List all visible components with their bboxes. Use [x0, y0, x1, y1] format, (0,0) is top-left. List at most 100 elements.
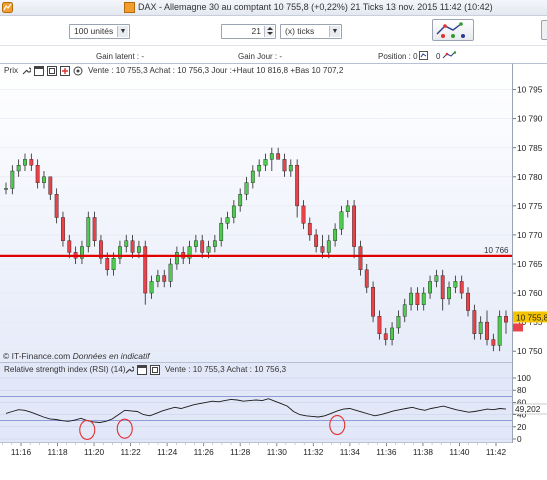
- candle: [301, 205, 306, 224]
- price-tick-label: 10 775: [517, 201, 543, 211]
- position-tools-icon[interactable]: [442, 51, 456, 60]
- time-tick-label: 11:20: [84, 447, 105, 457]
- price-tick-label: 10 760: [517, 288, 543, 298]
- wrench-icon[interactable]: [21, 66, 31, 76]
- time-tick-label: 11:28: [230, 447, 251, 457]
- maximize-icon[interactable]: [137, 365, 147, 375]
- price-chart-area[interactable]: 10 766 Prix Vente : 10 755,3 Achat : 10 …: [0, 63, 512, 363]
- candle: [383, 333, 388, 340]
- chevron-down-icon[interactable]: ▼: [329, 26, 340, 37]
- candle: [238, 194, 243, 207]
- wrench-icon[interactable]: [124, 365, 134, 375]
- time-tick-label: 11:40: [449, 447, 470, 457]
- window-title: DAX - Allemagne 30 au comptant 10 755,8 …: [138, 2, 493, 12]
- candle: [415, 292, 420, 305]
- position-zero: 0: [436, 52, 441, 61]
- rsi-chart[interactable]: [0, 363, 512, 443]
- position: Position : 0: [378, 52, 418, 61]
- candle: [67, 240, 72, 253]
- candle: [130, 240, 135, 253]
- price-tick-label: 10 770: [517, 230, 543, 240]
- candle: [174, 252, 179, 265]
- stepper-down-icon[interactable]: [267, 32, 273, 35]
- maximize-icon[interactable]: [34, 66, 44, 76]
- source-brand: © IT-Finance.com: [3, 351, 71, 361]
- current-bid-marker: [513, 323, 523, 332]
- candle: [472, 310, 477, 334]
- price-tick-label: 10 790: [517, 114, 543, 124]
- candle: [421, 292, 426, 305]
- units-select[interactable]: 100 unités ▼: [69, 24, 130, 39]
- candle: [339, 211, 344, 230]
- current-price-label: 10 755,8: [516, 312, 547, 322]
- ticks-unit-select[interactable]: (x) ticks ▼: [280, 24, 342, 39]
- time-tick-label: 11:18: [47, 447, 68, 457]
- highlight-circle: [116, 418, 133, 439]
- candle: [48, 176, 53, 195]
- data-source-note: © IT-Finance.com Données en indicatif: [3, 351, 150, 361]
- candle: [504, 316, 508, 323]
- candle: [358, 246, 363, 271]
- side-panel-toggle-button[interactable]: [541, 20, 547, 40]
- rsi-chart-area[interactable]: Relative strength index (RSI) (14) Vente…: [0, 363, 512, 443]
- units-select-value: 100 unités: [74, 26, 114, 36]
- time-tick-label: 11:34: [340, 447, 361, 457]
- price-axis[interactable]: 10 75010 75510 76010 76510 77010 77510 7…: [512, 63, 547, 363]
- candle: [295, 164, 300, 207]
- time-tick-label: 11:36: [376, 447, 397, 457]
- candle: [396, 316, 401, 329]
- candle: [155, 275, 160, 282]
- highlight-circle: [79, 419, 96, 440]
- unrealized-gain: Gain latent : -: [96, 52, 145, 61]
- candle: [320, 246, 325, 253]
- stepper-up-icon[interactable]: [267, 27, 273, 30]
- restore-icon[interactable]: [47, 66, 57, 76]
- chart-window-icon: [124, 2, 135, 13]
- candle: [225, 217, 230, 224]
- candle: [162, 275, 167, 282]
- candle: [168, 263, 173, 282]
- chart-tools-button[interactable]: [432, 19, 474, 41]
- candle: [364, 269, 369, 288]
- restore-icon[interactable]: [150, 365, 160, 375]
- chevron-down-icon[interactable]: ▼: [117, 26, 128, 37]
- candle: [466, 292, 470, 311]
- time-tick-label: 11:32: [303, 447, 324, 457]
- candle: [377, 316, 382, 334]
- rsi-axis[interactable]: 0 20 40 60 80 100 49,202: [512, 363, 547, 444]
- ticks-stepper[interactable]: [264, 26, 274, 37]
- candle: [23, 159, 27, 166]
- price-panel: 10 766 Prix Vente : 10 755,3 Achat : 10 …: [0, 63, 547, 363]
- highlight-circle: [329, 414, 346, 436]
- candle: [219, 223, 224, 241]
- candle: [402, 304, 407, 317]
- candle: [206, 246, 211, 253]
- candle: [35, 164, 40, 183]
- candle: [390, 327, 394, 340]
- ticks-count-value: 21: [251, 26, 261, 36]
- price-chart[interactable]: 10 766: [0, 64, 512, 364]
- candle: [409, 292, 413, 305]
- rsi-current-label: 49,202: [515, 404, 541, 414]
- price-level-label: 10 766: [484, 246, 509, 255]
- time-tick-label: 11:16: [11, 447, 32, 457]
- candle: [352, 205, 357, 247]
- time-axis[interactable]: 11:16 11:18 11:20 11:22 11:24 11:26 11:28 11:30…: [0, 443, 547, 480]
- candle: [105, 257, 110, 271]
- rsi-axis-scale: 02040608010049,202: [512, 373, 547, 444]
- candle: [257, 164, 262, 172]
- rsi-tick-label: 0: [517, 434, 522, 443]
- candle: [434, 275, 439, 282]
- candle: [61, 217, 65, 241]
- candle: [497, 316, 502, 346]
- price-tick-label: 10 765: [517, 259, 543, 269]
- add-indicator-icon[interactable]: [60, 66, 70, 76]
- ticks-count-input[interactable]: 21: [221, 24, 276, 39]
- candle: [200, 240, 205, 253]
- rsi-panel-info: Vente : 10 755,3 Achat : 10 756,3: [165, 365, 287, 374]
- candle: [453, 281, 458, 288]
- position-chart-icon[interactable]: [419, 51, 428, 60]
- settings-icon[interactable]: [73, 66, 83, 76]
- candle: [92, 217, 97, 241]
- rsi-tick-label: 20: [517, 422, 527, 432]
